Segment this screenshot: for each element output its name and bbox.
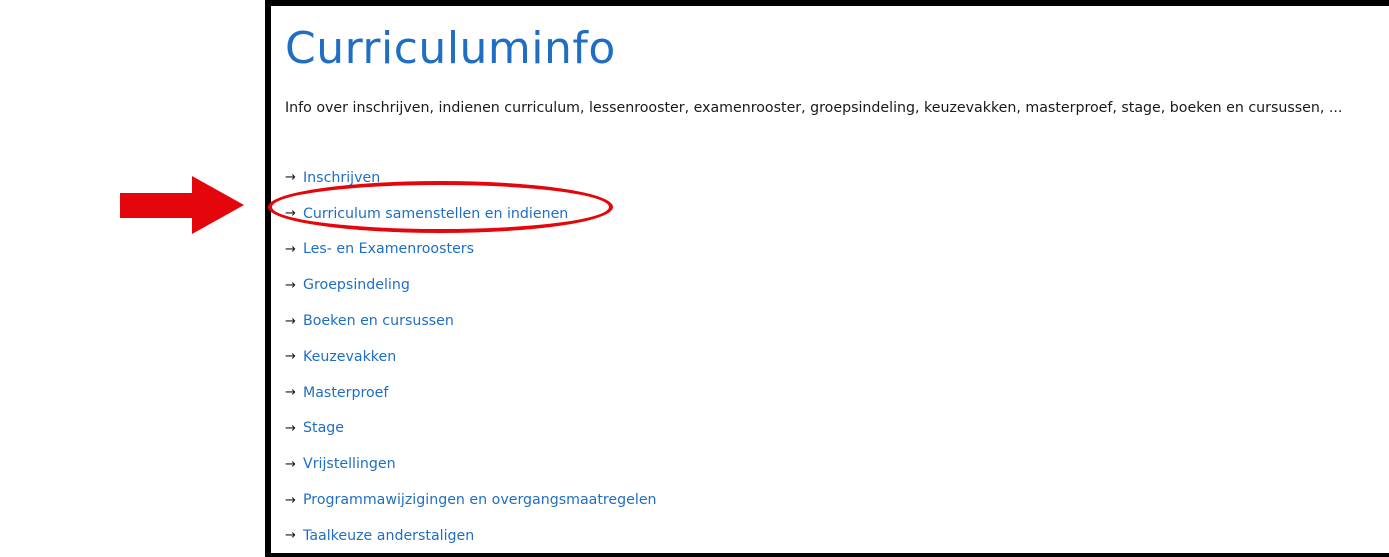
intro-text: Info over inschrijven, indienen curricul… [285,100,1343,116]
link-label[interactable]: Taalkeuze anderstaligen [303,528,474,544]
link-label[interactable]: Curriculum samenstellen en indienen [303,206,568,222]
link-label[interactable]: Programmawijzigingen en overgangsmaatreg… [303,492,657,508]
right-arrow-icon: → [285,206,296,222]
red-pointer-arrow-icon [120,176,244,234]
right-arrow-icon: → [285,241,296,257]
right-arrow-icon: → [285,277,296,293]
right-arrow-icon: → [285,313,296,329]
link-label[interactable]: Les- en Examenroosters [303,241,474,257]
link-groepsindeling[interactable]: → Groepsindeling [285,267,657,303]
link-label[interactable]: Stage [303,420,344,436]
right-arrow-icon: → [285,528,296,544]
curriculum-link-list: → Inschrijven → Curriculum samenstellen … [285,160,657,553]
curriculum-info-panel: Curriculuminfo Info over inschrijven, in… [265,0,1389,557]
link-masterproef[interactable]: → Masterproef [285,375,657,411]
right-arrow-icon: → [285,420,296,436]
right-arrow-icon: → [285,456,296,472]
link-curriculum-samenstellen[interactable]: → Curriculum samenstellen en indienen [285,196,657,232]
link-label[interactable]: Inschrijven [303,170,380,186]
right-arrow-icon: → [285,349,296,365]
link-programmawijzigingen[interactable]: → Programmawijzigingen en overgangsmaatr… [285,482,657,518]
link-les-examenroosters[interactable]: → Les- en Examenroosters [285,232,657,268]
link-label[interactable]: Masterproef [303,385,388,401]
link-keuzevakken[interactable]: → Keuzevakken [285,339,657,375]
link-taalkeuze-anderstaligen[interactable]: → Taalkeuze anderstaligen [285,518,657,553]
link-label[interactable]: Keuzevakken [303,349,396,365]
right-arrow-icon: → [285,385,296,401]
link-label[interactable]: Vrijstellingen [303,456,396,472]
link-vrijstellingen[interactable]: → Vrijstellingen [285,446,657,482]
right-arrow-icon: → [285,492,296,508]
page-title: Curriculuminfo [285,23,616,74]
link-label[interactable]: Groepsindeling [303,277,410,293]
link-label[interactable]: Boeken en cursussen [303,313,454,329]
link-stage[interactable]: → Stage [285,411,657,447]
right-arrow-icon: → [285,170,296,186]
link-boeken-cursussen[interactable]: → Boeken en cursussen [285,303,657,339]
link-inschrijven[interactable]: → Inschrijven [285,160,657,196]
